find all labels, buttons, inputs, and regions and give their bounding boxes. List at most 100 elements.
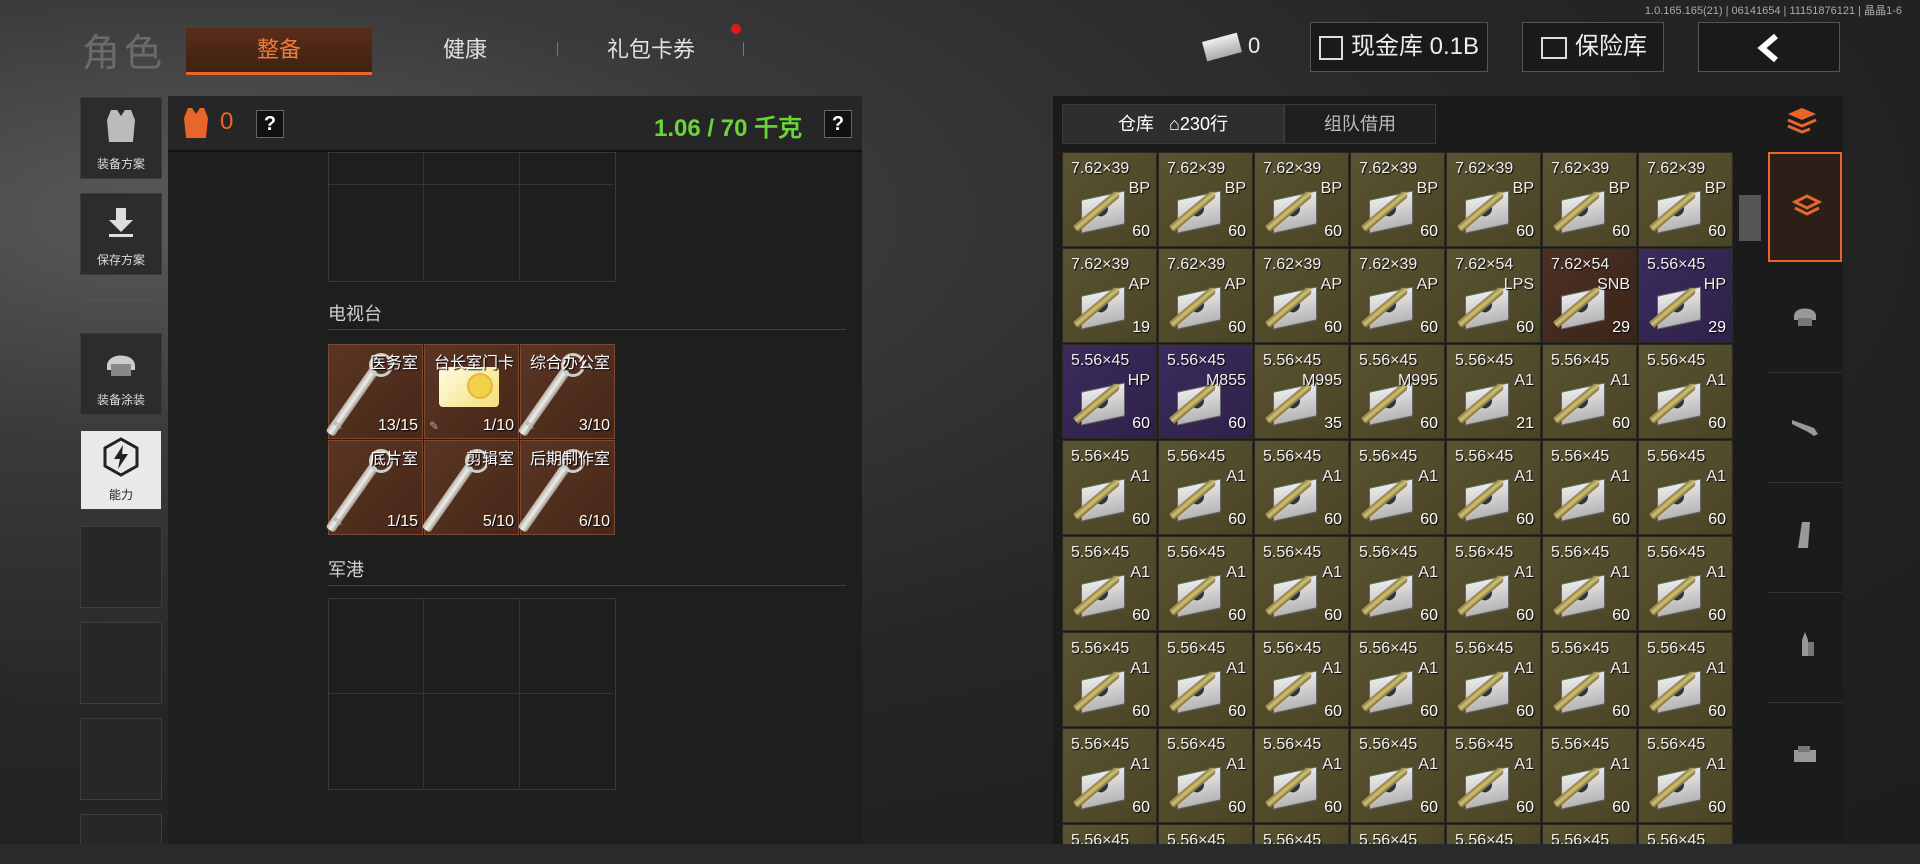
- ammo-item[interactable]: 5.56×45 A1 60: [1350, 632, 1445, 727]
- filter-attachments[interactable]: [1768, 702, 1842, 812]
- filter-ammo[interactable]: [1768, 592, 1842, 703]
- tab-warehouse[interactable]: 仓库 ⌂230行: [1062, 104, 1284, 144]
- ammo-item[interactable]: 7.62×39 BP 60: [1446, 152, 1541, 247]
- ammo-item[interactable]: 5.56×45 A1 60: [1254, 536, 1349, 631]
- ammo-count: 60: [1132, 415, 1150, 432]
- key-name: 医务室: [369, 355, 418, 372]
- ammo-item[interactable]: 5.56×45 A1 60: [1350, 440, 1445, 535]
- ammo-item[interactable]: 7.62×39 BP 60: [1638, 152, 1733, 247]
- ammo-item[interactable]: 7.62×39 BP 60: [1542, 152, 1637, 247]
- ammo-item[interactable]: 5.56×45 A1 60: [1542, 536, 1637, 631]
- ammo-type: A1: [1322, 468, 1342, 485]
- tab-team-borrow[interactable]: 组队借用: [1284, 104, 1436, 144]
- nav-ability[interactable]: 能力: [80, 430, 162, 510]
- ammo-item[interactable]: 7.62×39 AP 60: [1254, 248, 1349, 343]
- stash-scrollbar[interactable]: [1739, 195, 1761, 241]
- ammo-item[interactable]: 5.56×45 A1 60: [1638, 728, 1733, 823]
- ammo-item[interactable]: 7.62×39 AP 19: [1062, 248, 1157, 343]
- ammo-item[interactable]: 7.62×39 BP 60: [1158, 152, 1253, 247]
- back-button[interactable]: [1698, 22, 1840, 72]
- key-item[interactable]: 医务室 ✎ 13/15: [325, 344, 423, 439]
- ammo-item[interactable]: 5.56×45 A1 60: [1254, 440, 1349, 535]
- filter-magazines[interactable]: [1768, 482, 1842, 593]
- sort-button[interactable]: [1768, 96, 1842, 144]
- ammo-item[interactable]: 5.56×45 A1 60: [1446, 536, 1541, 631]
- ammo-caliber: 5.56×45: [1455, 352, 1514, 369]
- ammo-item[interactable]: 5.56×45 A1 60: [1062, 440, 1157, 535]
- ammo-item[interactable]: 5.56×45 A1 60: [1062, 632, 1157, 727]
- ammo-caliber: 7.62×39: [1359, 256, 1418, 273]
- ammo-caliber: 5.56×45: [1071, 640, 1130, 657]
- ammo-count: 19: [1132, 319, 1150, 336]
- ammo-item[interactable]: 7.62×39 BP 60: [1350, 152, 1445, 247]
- ammo-caliber: 5.56×45: [1647, 256, 1706, 273]
- key-item[interactable]: 后期制作室 6/10: [517, 440, 615, 535]
- ammo-item[interactable]: 5.56×45 M855 60: [1158, 344, 1253, 439]
- ammo-item[interactable]: 7.62×54 SNB 29: [1542, 248, 1637, 343]
- nav-equip-skin[interactable]: 装备涂装: [80, 333, 162, 415]
- ammo-item[interactable]: 5.56×45 A1 60: [1638, 344, 1733, 439]
- tab-equip[interactable]: 整备: [186, 28, 372, 75]
- empty-nav-slot: [80, 814, 162, 846]
- ammo-type: A1: [1610, 564, 1630, 581]
- ammo-item[interactable]: 5.56×45 A1 60: [1638, 536, 1733, 631]
- weight-help-button[interactable]: ?: [824, 110, 852, 138]
- ammo-item[interactable]: 5.56×45 A1 60: [1158, 536, 1253, 631]
- key-item[interactable]: 综合办公室 ✎ 3/10: [517, 344, 615, 439]
- ammo-count: 60: [1708, 799, 1726, 816]
- ammo-item[interactable]: 5.56×45 A1 60: [1158, 632, 1253, 727]
- ammo-item[interactable]: 5.56×45 A1 60: [1542, 344, 1637, 439]
- ammo-caliber: 5.56×45: [1359, 352, 1418, 369]
- key-item[interactable]: 底片室 ✎ 1/15: [325, 440, 423, 535]
- ammo-item[interactable]: 5.56×45 A1 60: [1446, 728, 1541, 823]
- ammo-item[interactable]: 5.56×45 M995 60: [1350, 344, 1445, 439]
- ammo-item[interactable]: 5.56×45 A1 60: [1350, 536, 1445, 631]
- ammo-type: A1: [1610, 372, 1630, 389]
- nav-equip-plan[interactable]: 装备方案: [80, 97, 162, 179]
- ammo-item[interactable]: 5.56×45 A1 60: [1542, 728, 1637, 823]
- ammo-item[interactable]: 5.56×45 A1 60: [1446, 440, 1541, 535]
- armor-count: 0: [220, 108, 234, 135]
- ammo-item[interactable]: 5.56×45 A1 60: [1638, 632, 1733, 727]
- ammo-item[interactable]: 7.62×39 BP 60: [1062, 152, 1157, 247]
- grid-line: [423, 152, 424, 280]
- ammo-item[interactable]: 7.62×39 BP 60: [1254, 152, 1349, 247]
- ammo-item[interactable]: 5.56×45 A1 60: [1446, 632, 1541, 727]
- ammo-item[interactable]: 5.56×45 A1 60: [1254, 728, 1349, 823]
- ammo-type: M995: [1301, 372, 1342, 389]
- key-name: 后期制作室: [529, 451, 610, 468]
- ammo-item[interactable]: 5.56×45 A1 60: [1158, 728, 1253, 823]
- keycard-item[interactable]: 台长室门卡 ✎ 1/10: [424, 344, 519, 439]
- tab-gift-coupons[interactable]: 礼包卡券: [558, 28, 744, 72]
- ammo-caliber: 5.56×45: [1455, 640, 1514, 657]
- key-item[interactable]: 剪辑室 5/10: [421, 440, 519, 535]
- nav-save-plan[interactable]: 保存方案: [80, 193, 162, 275]
- ammo-item[interactable]: 5.56×45 A1 60: [1062, 728, 1157, 823]
- ammo-count: 60: [1228, 703, 1246, 720]
- filter-all[interactable]: [1768, 152, 1842, 262]
- ammo-item[interactable]: 7.62×39 AP 60: [1350, 248, 1445, 343]
- ammo-type: HP: [1127, 372, 1150, 389]
- ammo-type: A1: [1706, 564, 1726, 581]
- filter-weapons[interactable]: [1768, 372, 1842, 483]
- cash-vault-button[interactable]: 现金库 0.1B: [1310, 22, 1488, 72]
- ammo-type: A1: [1706, 660, 1726, 677]
- ammo-item[interactable]: 5.56×45 HP 60: [1062, 344, 1157, 439]
- ammo-item[interactable]: 5.56×45 A1 60: [1542, 632, 1637, 727]
- ammo-item[interactable]: 5.56×45 A1 60: [1158, 440, 1253, 535]
- filter-armor[interactable]: [1768, 262, 1842, 373]
- ammo-item[interactable]: 5.56×45 A1 21: [1446, 344, 1541, 439]
- help-button[interactable]: ?: [256, 110, 284, 138]
- tab-health[interactable]: 健康: [372, 28, 558, 72]
- ammo-count: 60: [1420, 607, 1438, 624]
- ammo-item[interactable]: 5.56×45 A1 60: [1542, 440, 1637, 535]
- ammo-item[interactable]: 5.56×45 A1 60: [1638, 440, 1733, 535]
- ammo-item[interactable]: 5.56×45 A1 60: [1350, 728, 1445, 823]
- safe-button[interactable]: 保险库: [1522, 22, 1664, 72]
- ammo-item[interactable]: 7.62×39 AP 60: [1158, 248, 1253, 343]
- ammo-item[interactable]: 5.56×45 HP 29: [1638, 248, 1733, 343]
- ammo-item[interactable]: 7.62×54 LPS 60: [1446, 248, 1541, 343]
- ammo-item[interactable]: 5.56×45 A1 60: [1062, 536, 1157, 631]
- ammo-item[interactable]: 5.56×45 M995 35: [1254, 344, 1349, 439]
- ammo-item[interactable]: 5.56×45 A1 60: [1254, 632, 1349, 727]
